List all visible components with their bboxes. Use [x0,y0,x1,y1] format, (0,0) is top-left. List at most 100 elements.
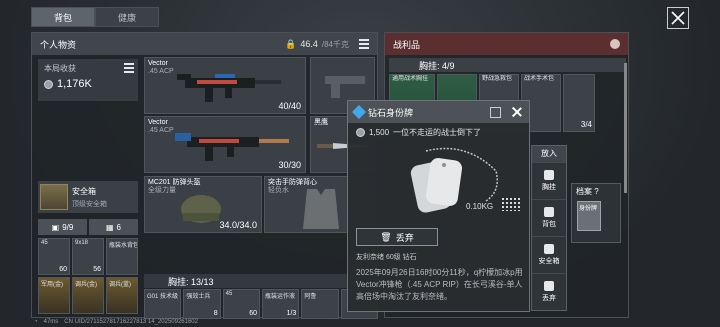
income-value: 1,176K [57,78,92,90]
diamond-icon [351,104,367,120]
loot-count: 3/4 [580,120,592,129]
bag-icon: ▣ [51,222,60,232]
popup-title: 钻石身份牌 [368,107,414,118]
personal-supplies-panel: 个人物资 🔒 46.4/84千克 本局收获 1,176K Vector .45 A… [31,32,378,319]
option-label: 背包 [542,221,556,228]
item-detail-popup: 钻石身份牌 1,500 一位不走运的战士倒下了 0.10KG 🗑 丢弃 友利奈绪… [347,100,530,312]
item-label: 通用战术胸挂 [392,76,429,82]
panel-header: 个人物资 🔒 46.4/84千克 [32,33,377,55]
popup-weight: 0.10KG [466,202,494,211]
uid: CN UID/271152781716227813 14_20250926160… [64,318,198,325]
scrollbar[interactable] [624,63,627,193]
weapon-slot-primary[interactable]: Vector .45 ACP 40/40 [144,57,306,114]
grid-item[interactable]: 强效士兵 8 [183,289,221,319]
collapse-icon[interactable] [490,106,501,118]
trash-icon: 🗑 [380,231,392,242]
item-label: G01 技术级 [147,294,179,300]
weapon-ammo: 40/40 [278,101,301,111]
archive-slot-label: 身份牌 [579,206,598,212]
item-label: 45 [41,240,48,246]
put-in-discard[interactable]: 丢弃 [532,273,566,310]
safebox-icon [544,244,554,254]
safebox-title: 安全箱 [72,186,96,196]
loot-item[interactable]: 3/4 [563,74,595,132]
grid-item[interactable]: 瓶装运作液 1/3 [261,289,300,319]
income-box: 本局收获 1,176K [38,59,138,101]
loot-header: 战利品 [385,33,628,55]
location-pin-icon[interactable] [610,39,620,49]
put-in-title: 放入 [532,146,566,162]
list-icon[interactable] [124,63,134,73]
archive-slot[interactable]: 身份牌 [577,201,601,231]
put-in-backpack[interactable]: 背包 [532,199,566,236]
chest-rig-grid: G01 技术级 强效士兵 8 45 60 瓶装运作液 1/3 阿鲁 [144,289,378,319]
helmet-name: MC201 防弹头盔 [148,179,201,186]
safebox-grid: 45 60 9x18 56 瓶装水背包 军用(金) 调兵(金) 调兵(蓝) [38,238,138,314]
safebox-sub: 顶级安全箱 [72,200,107,208]
option-label: 胸挂 [542,184,556,191]
grid-item[interactable]: 45 60 [38,238,70,275]
armor-sub: 轻负水 [268,187,289,194]
helmet-sub: 全级力量 [148,187,176,194]
vest-icon [544,170,554,180]
slot-counters: ▣ 9/9 ▦ 6 [38,219,138,235]
archive-title: 档案 ? [576,187,599,196]
item-label: 45 [225,291,233,297]
grid-item[interactable]: 调兵(金) [72,277,104,314]
helmet-durability: 34.0/34.0 [219,220,257,230]
item-label: 强效士兵 [186,294,211,300]
chest-rig-bar: 胸挂: 13/13 [144,274,378,288]
popup-desc: 1,500 一位不走运的战士倒下了 [356,127,481,138]
status-bar: ◔ 47ms CN UID/271152781716227813 14_2025… [0,316,720,327]
put-in-safebox[interactable]: 安全箱 [532,236,566,273]
coin-icon [356,128,365,137]
tab-health[interactable]: 健康 [95,7,159,27]
item-label: 瓶装水背包 [109,243,138,249]
loot-chest-bar: 胸挂: 4/9 [389,58,626,72]
grid-item[interactable]: 9x18 56 [72,238,104,275]
close-icon [671,11,685,25]
close-icon[interactable] [511,106,523,118]
counter-a: ▣ 9/9 [38,219,87,235]
loot-title: 战利品 [393,39,421,50]
discard-button[interactable]: 🗑 丢弃 [356,228,438,246]
weight-max: /84千克 [321,39,349,49]
smg-icon [177,74,281,102]
grid-item[interactable]: G01 技术级 [144,289,182,319]
trash-icon [544,281,554,291]
size-grid-icon [501,197,521,211]
weapon-caliber: .45 ACP [148,127,174,134]
weapon-slot-secondary[interactable]: Vector .45 ACP 30/30 [144,116,306,173]
grid-item[interactable]: 军用(金) [38,277,70,314]
counter-a-value: 9/9 [62,222,74,232]
grid-item[interactable]: 调兵(蓝) [106,277,138,314]
grid-item[interactable]: 阿鲁 [301,289,339,319]
weapon-name: Vector [148,60,168,67]
pistol-icon [325,76,365,98]
counter-b-value: 6 [116,222,121,232]
backpack-icon [544,207,554,217]
popup-price: 1,500 [369,128,390,137]
popup-meta: 友利奈绪 60级 钻石 [356,254,417,261]
safebox-slot[interactable]: 安全箱 顶级安全箱 [38,181,138,213]
close-button[interactable] [667,7,689,29]
vest-icon [303,189,339,229]
option-label: 丢弃 [542,295,556,302]
put-in-chest-rig[interactable]: 胸挂 [532,162,566,199]
weapon-ammo: 30/30 [278,160,301,170]
melee-name: 黑鹰 [314,119,328,126]
tab-backpack[interactable]: 背包 [31,7,95,27]
weight-indicator: 🔒 46.4/84千克 [285,39,369,50]
item-label: 军用(金) [41,282,63,288]
counter-b: ▦ 6 [89,219,138,235]
item-label: 调兵(蓝) [109,282,131,288]
item-label: 战术手术包 [524,76,555,82]
helmet-slot[interactable]: MC201 防弹头盔 全级力量 34.0/34.0 [144,176,262,233]
panel-title: 个人物资 [40,39,77,50]
grid-item[interactable]: 瓶装水背包 [106,238,138,275]
armor-name: 突击手防弹背心 [268,179,317,186]
menu-icon[interactable] [359,39,369,49]
grid-item[interactable]: 45 60 [222,289,260,319]
item-label: 调兵(金) [75,282,97,288]
wifi-icon: ◔ [34,318,38,325]
